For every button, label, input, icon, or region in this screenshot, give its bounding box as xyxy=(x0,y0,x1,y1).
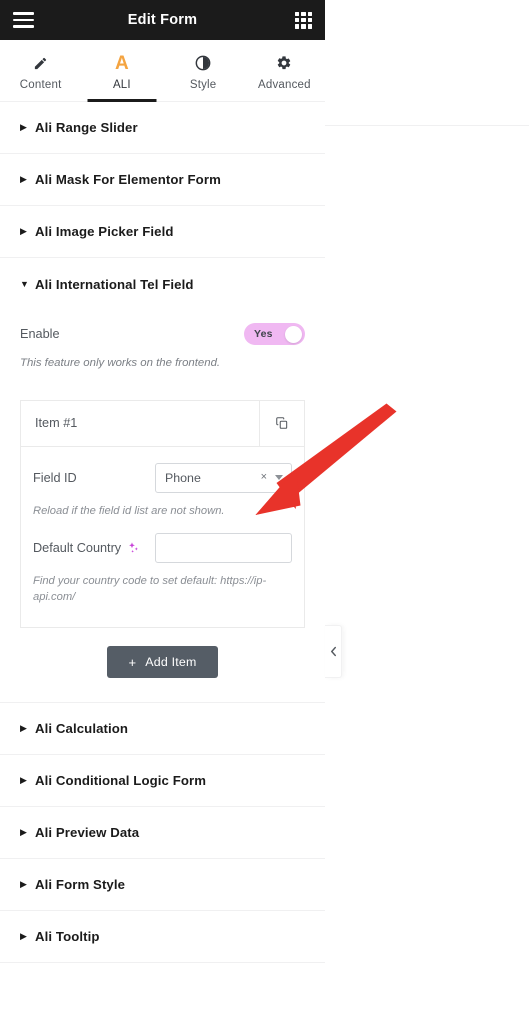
default-country-input[interactable] xyxy=(155,532,292,563)
chevron-right-icon: ▶ xyxy=(20,723,27,734)
gear-icon xyxy=(276,55,292,72)
contrast-circle-icon xyxy=(195,55,211,72)
chevron-down-icon[interactable] xyxy=(275,475,283,481)
section-title: Ali Tooltip xyxy=(35,929,100,945)
panel-collapse-handle[interactable] xyxy=(325,625,342,678)
chevron-right-icon: ▶ xyxy=(20,931,27,942)
enable-label: Enable xyxy=(20,327,60,341)
tab-advanced-label: Advanced xyxy=(258,78,311,91)
chevron-right-icon: ▶ xyxy=(20,879,27,890)
section-ali-image-picker-field[interactable]: ▶ Ali Image Picker Field xyxy=(0,206,325,258)
editor-canvas xyxy=(325,0,529,1024)
enable-row: Enable Yes xyxy=(20,310,305,345)
tab-content[interactable]: Content xyxy=(0,40,81,101)
toggle-knob xyxy=(285,325,302,343)
section-title: Ali Form Style xyxy=(35,877,126,893)
default-country-hint: Find your country code to set default: h… xyxy=(33,574,267,603)
pencil-icon xyxy=(33,55,48,72)
section-ali-form-style[interactable]: ▶ Ali Form Style xyxy=(0,859,325,912)
clear-icon[interactable]: × xyxy=(261,472,267,483)
tab-ali[interactable]: A ALI xyxy=(81,40,162,101)
chevron-right-icon: ▶ xyxy=(20,827,27,838)
sparkle-ai-icon[interactable] xyxy=(127,541,140,554)
section-title: Ali Mask For Elementor Form xyxy=(35,172,221,187)
field-id-value: Phone xyxy=(165,470,201,485)
section-title: Ali Image Picker Field xyxy=(35,224,174,239)
section-ali-range-slider[interactable]: ▶ Ali Range Slider xyxy=(0,102,325,154)
tab-advanced[interactable]: Advanced xyxy=(244,40,325,101)
add-item-label: Add Item xyxy=(145,655,197,670)
chevron-right-icon: ▶ xyxy=(20,122,27,132)
section-ali-tooltip[interactable]: ▶ Ali Tooltip xyxy=(0,911,325,964)
panel-titlebar: Edit Form xyxy=(0,0,325,40)
section-ali-international-tel-field[interactable]: ▼ Ali International Tel Field xyxy=(0,258,325,310)
tab-content-label: Content xyxy=(19,78,62,91)
section-title: Ali International Tel Field xyxy=(35,276,194,292)
default-country-row: Default Country xyxy=(33,527,292,569)
chevron-down-icon: ▼ xyxy=(20,278,29,289)
add-item-row: + Add Item xyxy=(20,646,305,679)
default-country-label-wrap: Default Country xyxy=(33,541,140,555)
enable-toggle-value: Yes xyxy=(254,328,273,340)
section-ali-conditional-logic-form[interactable]: ▶ Ali Conditional Logic Form xyxy=(0,755,325,808)
section-ali-calculation[interactable]: ▶ Ali Calculation xyxy=(0,703,325,756)
canvas-divider xyxy=(325,125,529,126)
section-title: Ali Range Slider xyxy=(35,120,138,135)
hamburger-icon[interactable] xyxy=(13,12,34,28)
page-title: Edit Form xyxy=(127,12,198,28)
section-title: Ali Calculation xyxy=(35,721,129,737)
field-id-row: Field ID Phone × xyxy=(33,457,292,499)
field-id-select[interactable]: Phone × xyxy=(155,462,292,493)
chevron-right-icon: ▶ xyxy=(20,226,27,236)
section-body-ali-international-tel-field: Enable Yes This feature only works on th… xyxy=(0,310,325,704)
repeater-item-header: Item #1 xyxy=(21,400,304,447)
repeater-item-body: Field ID Phone × Reload if the field id … xyxy=(21,447,304,628)
apps-grid-icon[interactable] xyxy=(295,11,312,29)
chevron-left-icon xyxy=(330,646,337,657)
field-id-hint: Reload if the field id list are not show… xyxy=(33,504,225,517)
plus-icon: + xyxy=(128,654,137,670)
repeater-list: Item #1 Field ID Phone × Reload if the f… xyxy=(20,399,305,629)
repeater-item-title[interactable]: Item #1 xyxy=(21,401,259,446)
chevron-right-icon: ▶ xyxy=(20,775,27,786)
chevron-right-icon: ▶ xyxy=(20,174,27,184)
add-item-button[interactable]: + Add Item xyxy=(106,646,219,679)
copy-icon[interactable] xyxy=(259,400,304,446)
panel-tabs: Content A ALI Style Advanced xyxy=(0,40,325,102)
section-ali-mask-for-elementor-form[interactable]: ▶ Ali Mask For Elementor Form xyxy=(0,154,325,206)
enable-toggle[interactable]: Yes xyxy=(244,323,305,345)
tab-style[interactable]: Style xyxy=(163,40,244,101)
tab-style-label: Style xyxy=(189,78,217,91)
enable-hint: This feature only works on the frontend. xyxy=(20,357,221,369)
default-country-label: Default Country xyxy=(33,540,122,555)
section-ali-preview-data[interactable]: ▶ Ali Preview Data xyxy=(0,807,325,860)
section-title: Ali Preview Data xyxy=(35,825,140,841)
section-title: Ali Conditional Logic Form xyxy=(35,773,207,789)
tab-ali-label: ALI xyxy=(112,78,131,91)
app-root: Edit Form Content A ALI Style Advanced ▶… xyxy=(0,0,529,1024)
editor-panel: Edit Form Content A ALI Style Advanced ▶… xyxy=(0,0,325,1024)
field-id-label: Field ID xyxy=(33,470,77,485)
ali-letter-icon: A xyxy=(115,52,129,74)
